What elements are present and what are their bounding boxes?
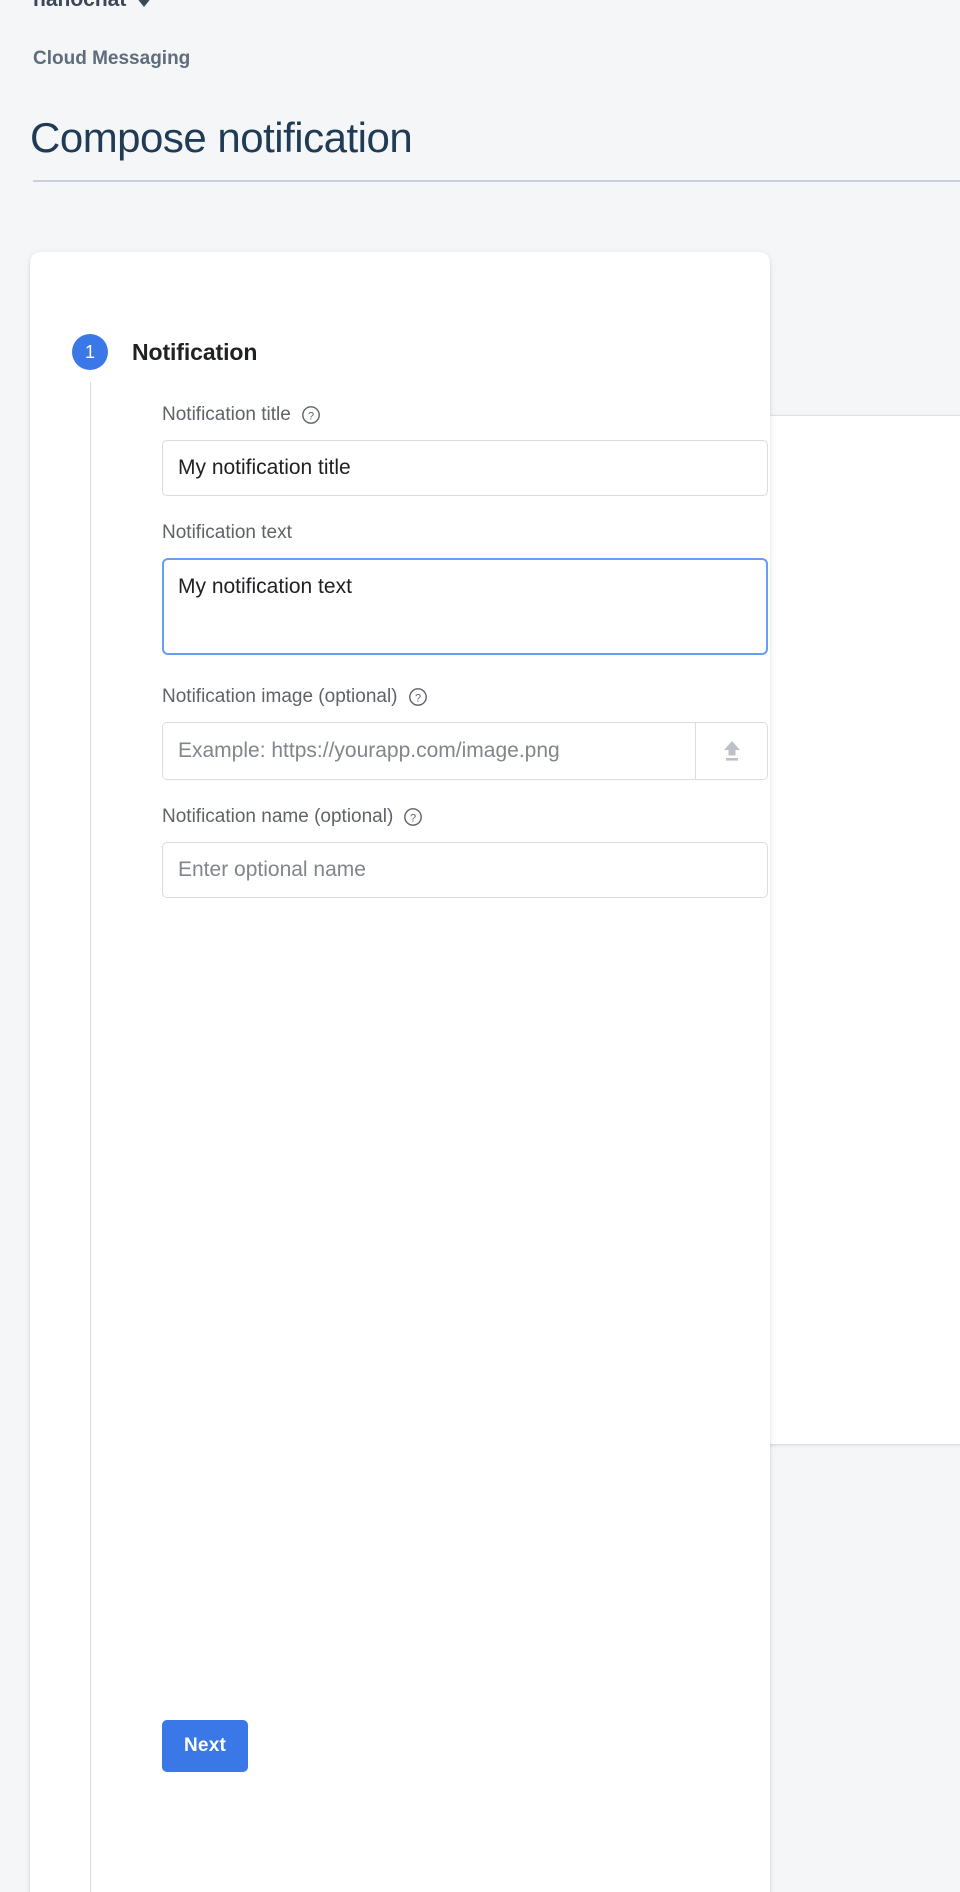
svg-text:?: ?	[308, 410, 314, 422]
notification-name-label: Notification name (optional)	[162, 806, 394, 827]
help-circle-icon[interactable]: ?	[301, 405, 321, 425]
field-notification-text: Notification text	[162, 522, 768, 660]
preview-side-card	[758, 415, 960, 1445]
project-name: nanochat	[33, 0, 126, 12]
step-connector-line	[90, 382, 91, 1892]
notification-name-label-row: Notification name (optional) ?	[162, 806, 768, 828]
compose-notification-page: nanochat Cloud Messaging Compose notific…	[0, 0, 960, 1892]
field-notification-name: Notification name (optional) ?	[162, 806, 768, 898]
step-header-notification: 1 Notification	[72, 334, 257, 370]
breadcrumb[interactable]: Cloud Messaging	[33, 48, 190, 70]
notification-name-input[interactable]	[162, 842, 768, 898]
notification-title-input[interactable]	[162, 440, 768, 496]
next-button[interactable]: Next	[162, 1720, 248, 1772]
svg-text:?: ?	[410, 812, 416, 824]
notification-text-label-row: Notification text	[162, 522, 768, 544]
notification-image-label-row: Notification image (optional) ?	[162, 686, 768, 708]
notification-wizard-card: 1 Notification Notification title ? My n…	[30, 252, 770, 1892]
chevron-down-icon	[136, 0, 153, 7]
notification-image-input-group	[162, 722, 768, 780]
header-divider	[33, 180, 960, 182]
notification-form: Notification title ? Notification text	[162, 404, 768, 924]
field-notification-image: Notification image (optional) ?	[162, 686, 768, 780]
page-title: Compose notification	[30, 114, 413, 162]
notification-image-input[interactable]	[163, 723, 695, 779]
notification-image-label: Notification image (optional)	[162, 686, 398, 707]
help-circle-icon[interactable]: ?	[408, 687, 428, 707]
help-circle-icon[interactable]: ?	[403, 807, 423, 827]
svg-text:?: ?	[414, 692, 420, 704]
step-number-badge: 1	[72, 334, 108, 370]
field-notification-title: Notification title ?	[162, 404, 768, 496]
step-title: Notification	[132, 338, 258, 365]
notification-title-label-row: Notification title ?	[162, 404, 768, 426]
notification-text-textarea[interactable]	[162, 558, 768, 655]
notification-title-label: Notification title	[162, 404, 291, 425]
upload-image-button[interactable]	[695, 723, 767, 779]
notification-text-label: Notification text	[162, 522, 292, 543]
project-switcher[interactable]: nanochat	[33, 0, 153, 12]
upload-icon	[717, 735, 747, 768]
